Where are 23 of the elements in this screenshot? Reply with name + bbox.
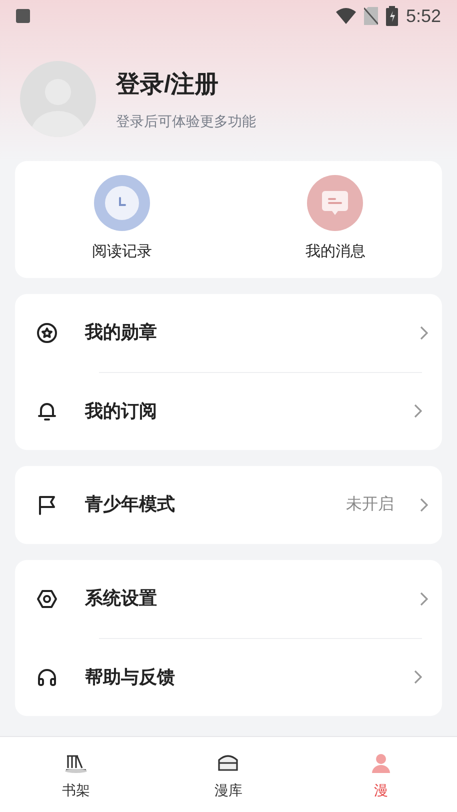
menu-item-label[interactable]: 帮助与反馈	[85, 664, 388, 690]
tab[interactable]: 书架	[0, 748, 152, 801]
login-subtitle: 登录后可体验更多功能	[116, 112, 256, 130]
chevron-right-icon	[420, 498, 428, 512]
tab[interactable]: 漫库	[152, 748, 305, 801]
shortcut-button[interactable]: 阅读记录	[15, 175, 228, 264]
shortcut-button[interactable]: 我的消息	[228, 175, 442, 264]
wifi-icon	[336, 8, 356, 24]
menu-item-label[interactable]: 系统设置	[85, 585, 394, 612]
star-circle-icon	[35, 320, 59, 344]
menu-item-label[interactable]: 我的勋章	[85, 319, 394, 346]
menu-item-label[interactable]: 我的订阅	[85, 398, 388, 424]
chevron-right-icon	[414, 670, 422, 684]
chevron-right-icon	[414, 404, 422, 418]
status-time: 5:52	[406, 4, 441, 28]
chevron-right-icon	[420, 326, 428, 340]
no-sim-icon	[364, 7, 378, 25]
chevron-right-icon	[420, 592, 428, 606]
login-title[interactable]: 登录/注册	[116, 66, 256, 102]
battery-icon	[386, 6, 398, 26]
status-value: 未开启	[346, 494, 394, 514]
menu-item-label[interactable]: 青少年模式	[85, 491, 320, 518]
tab[interactable]: 漫	[304, 748, 457, 801]
